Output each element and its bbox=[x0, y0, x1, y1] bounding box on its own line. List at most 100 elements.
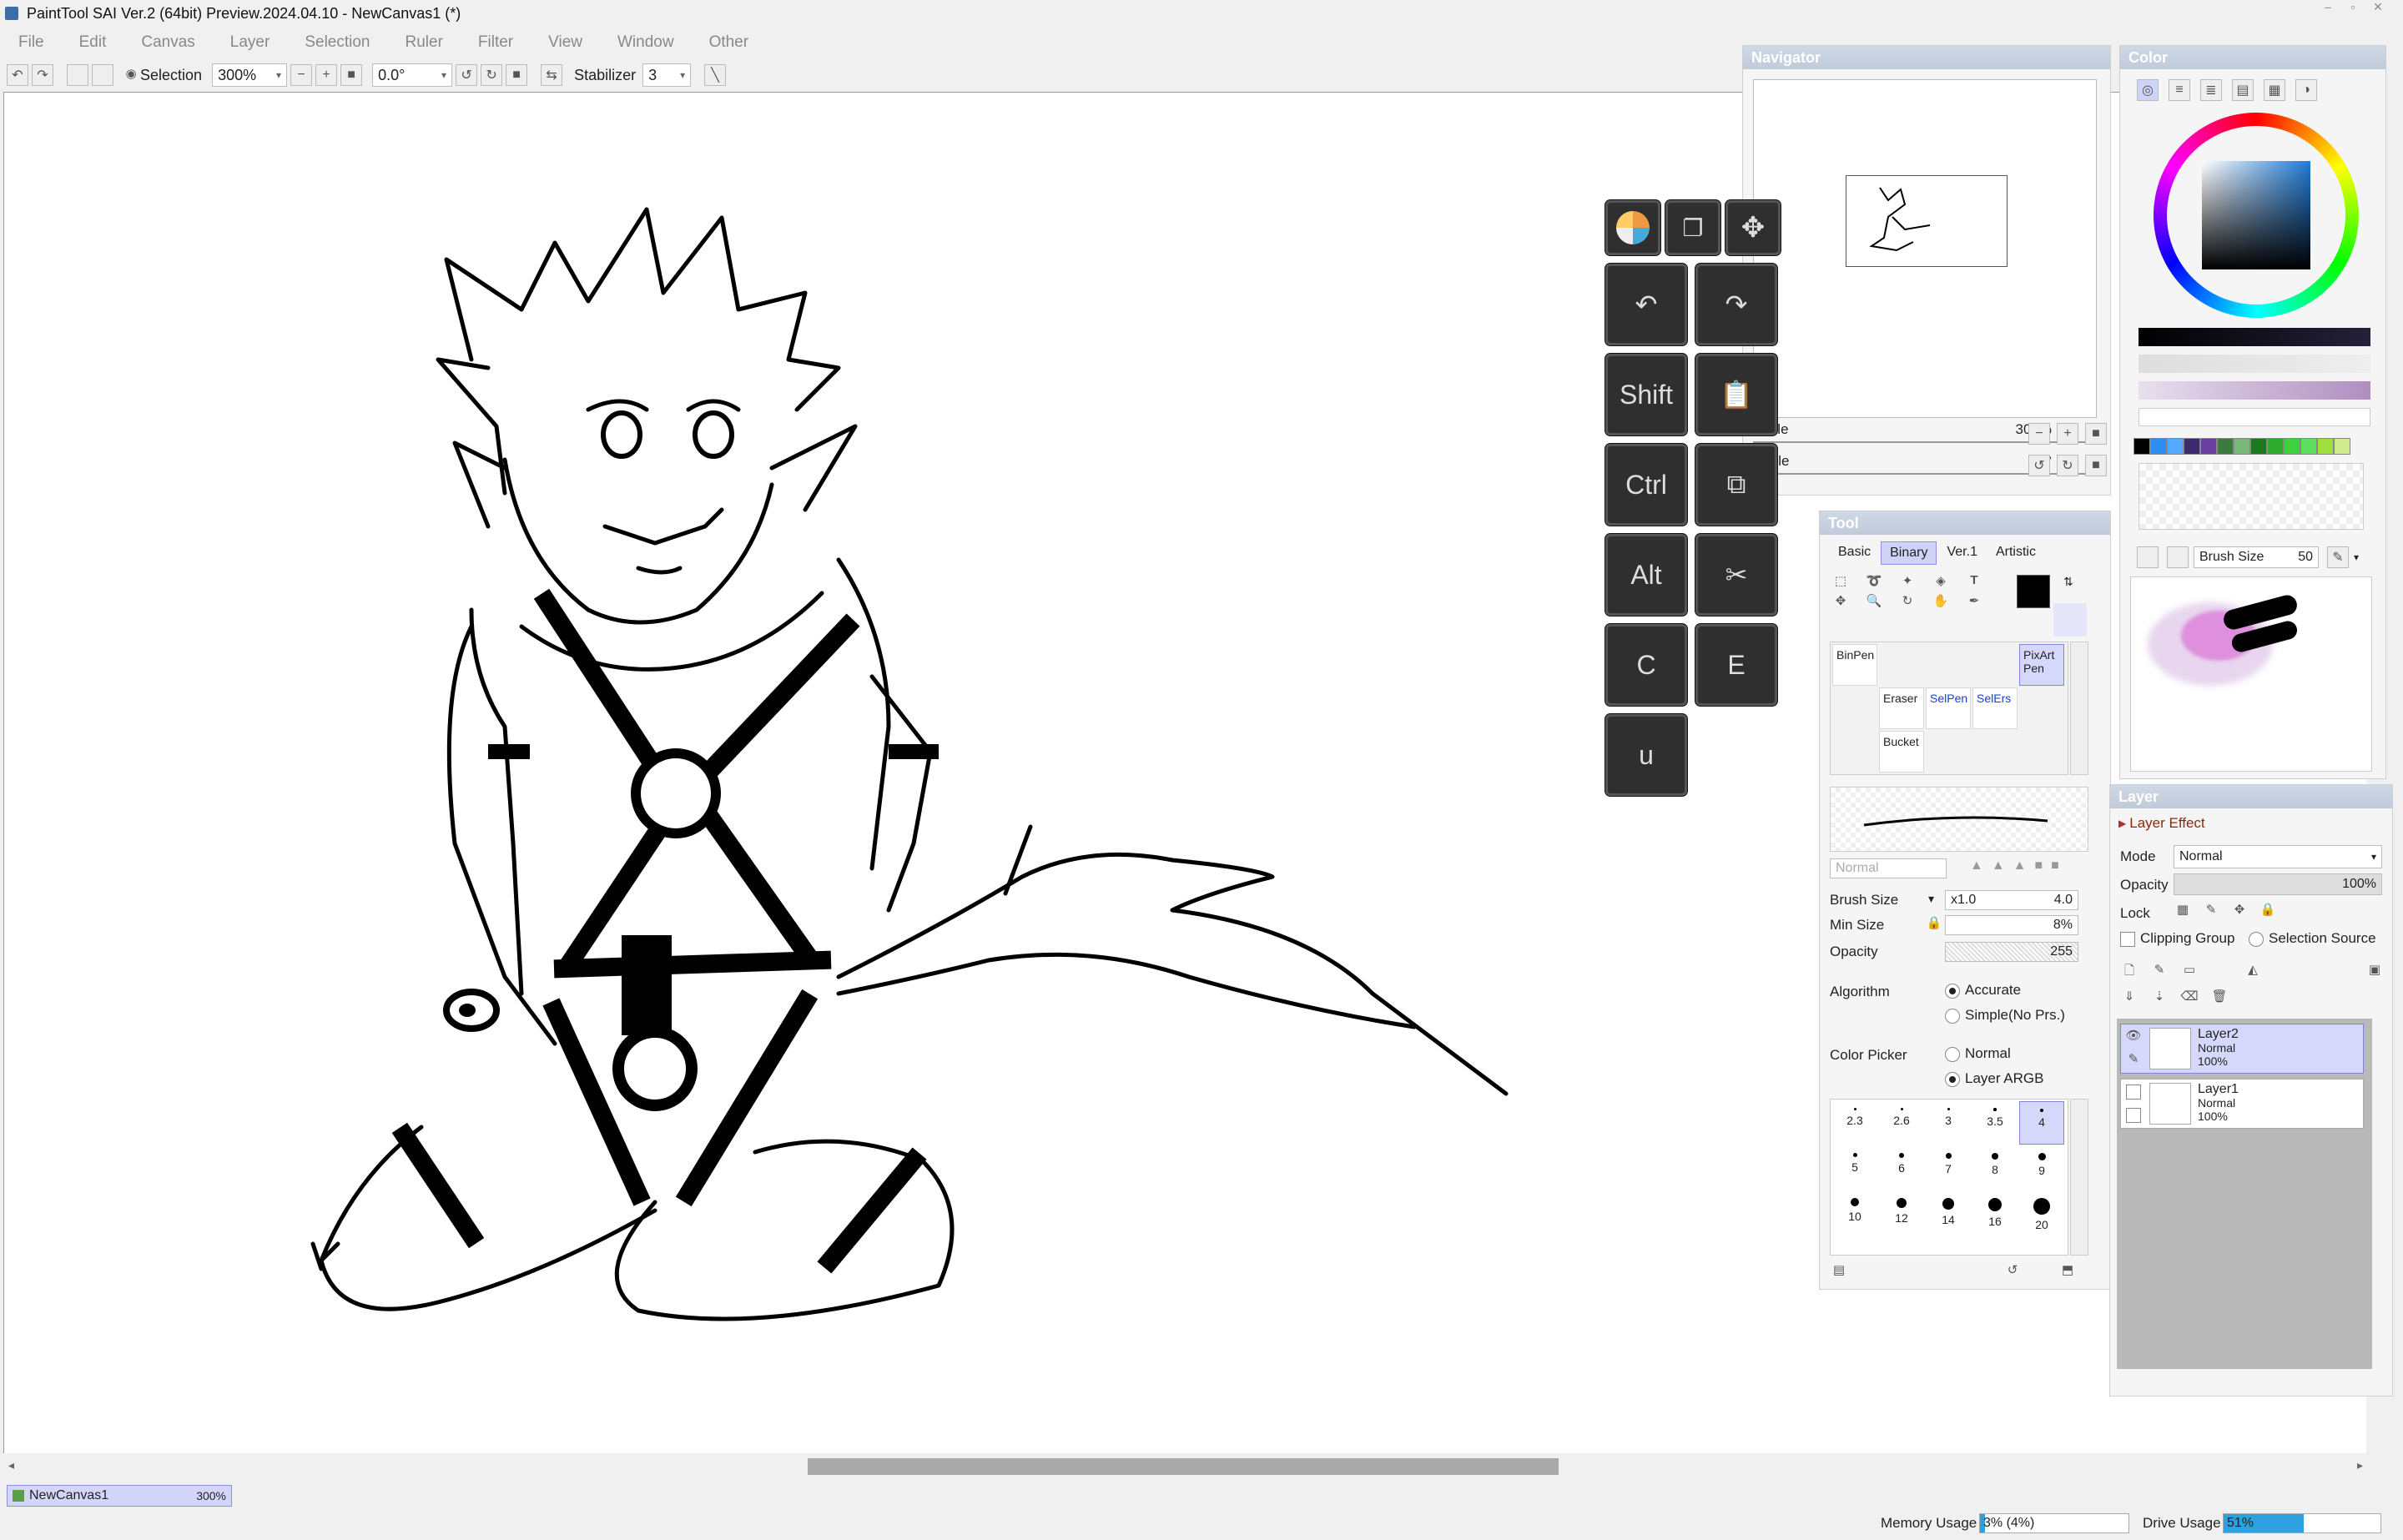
u-key-button[interactable]: u bbox=[1605, 714, 1687, 796]
algorithm-simple-radio[interactable]: Simple(No Prs.) bbox=[1945, 1007, 2065, 1024]
layer-menu-icon[interactable]: ▣ bbox=[2365, 962, 2384, 980]
zoom-reset-button[interactable]: ■ bbox=[340, 64, 363, 86]
redo-icon[interactable]: ↷ bbox=[1695, 264, 1777, 345]
clipboard-icon[interactable]: 📋 bbox=[1695, 354, 1777, 435]
opacity-field[interactable]: 255 bbox=[1945, 942, 2078, 962]
save-icon[interactable]: ⬒ bbox=[2058, 1262, 2077, 1281]
lock-icon[interactable]: 🔒 bbox=[1925, 915, 1943, 934]
background-color-swatch[interactable] bbox=[2053, 603, 2087, 637]
size-preset[interactable]: 5 bbox=[1832, 1146, 1877, 1190]
color-swatch[interactable] bbox=[2250, 438, 2267, 455]
chevron-down-icon[interactable]: ▾ bbox=[1928, 892, 1934, 906]
brush-preset-bucket[interactable]: Bucket bbox=[1879, 731, 1924, 773]
layer-mode-select[interactable]: Normal ▾ bbox=[2174, 845, 2382, 868]
rotate-tool-icon[interactable]: ↻ bbox=[1898, 593, 1917, 611]
eyedropper-icon[interactable]: ✒ bbox=[1965, 593, 1983, 611]
chevron-down-icon[interactable]: ▾ bbox=[2354, 551, 2359, 563]
brush-preset-binpen[interactable]: BinPen bbox=[1832, 644, 1877, 686]
size-preset[interactable]: 4 bbox=[2019, 1101, 2064, 1145]
merge-down-icon[interactable]: ⇓ bbox=[2120, 989, 2139, 1007]
color-mixer-area[interactable] bbox=[2130, 576, 2372, 772]
e-key-button[interactable]: E bbox=[1695, 624, 1777, 706]
size-preset[interactable]: 9 bbox=[2019, 1146, 2064, 1190]
restore-icon[interactable]: ▫ bbox=[2345, 0, 2361, 17]
layer-opacity-slider[interactable]: 100% bbox=[2174, 873, 2382, 895]
rect-select-icon[interactable]: ⬚ bbox=[1831, 573, 1850, 591]
color-swatch[interactable] bbox=[2267, 438, 2284, 455]
horizontal-scrollbar[interactable]: ◂ ▸ bbox=[3, 1457, 2370, 1477]
clear-layer-icon[interactable]: ⌫ bbox=[2180, 989, 2199, 1007]
size-preset[interactable]: 3.5 bbox=[1972, 1101, 2018, 1145]
lock-transparency-icon[interactable]: ▦ bbox=[2174, 902, 2192, 920]
size-preset[interactable]: 3 bbox=[1926, 1101, 1971, 1145]
colorpicker-argb-radio[interactable]: Layer ARGB bbox=[1945, 1070, 2044, 1087]
horizontal-scroll-thumb[interactable] bbox=[808, 1458, 1559, 1475]
redo-small-icon[interactable]: ↷ bbox=[32, 64, 53, 86]
brush-preset-pixart-pen[interactable]: PixArt Pen bbox=[2019, 644, 2064, 686]
saturation-value-square[interactable] bbox=[2202, 161, 2310, 269]
delete-layer-icon[interactable]: 🗑 bbox=[2210, 989, 2229, 1007]
menu-filter[interactable]: Filter bbox=[478, 33, 513, 52]
dropper-icon[interactable]: ✎ bbox=[2327, 546, 2349, 568]
flip-horizontal-icon[interactable]: ⇆ bbox=[541, 64, 563, 86]
layer-row-layer2[interactable]: 👁 ✎ Layer2 Normal 100% bbox=[2120, 1024, 2364, 1074]
color-swatch[interactable] bbox=[2133, 438, 2150, 455]
move-icon[interactable]: ✥ bbox=[1725, 200, 1781, 255]
shape-icon[interactable]: ◈ bbox=[1932, 573, 1950, 591]
line-tool-icon[interactable]: ╲ bbox=[704, 64, 727, 86]
tab-ver1[interactable]: Ver.1 bbox=[1938, 541, 1985, 565]
size-preset[interactable]: 10 bbox=[1832, 1191, 1877, 1235]
color-wheel-icon[interactable] bbox=[1605, 200, 1660, 255]
angle-select[interactable]: 0.0° ▾ bbox=[372, 63, 453, 87]
rotate-cw-button[interactable]: ↻ bbox=[481, 64, 503, 86]
color-wheel-mode-icon[interactable]: ◎ bbox=[2137, 79, 2159, 101]
visibility-toggle[interactable] bbox=[2126, 1085, 2141, 1100]
minimize-icon[interactable]: – bbox=[2320, 0, 2336, 17]
color-swatch[interactable] bbox=[2217, 438, 2234, 455]
rotate-cw-small-button[interactable]: ↻ bbox=[2057, 455, 2078, 476]
menu-ruler[interactable]: Ruler bbox=[406, 33, 443, 52]
color-swatch[interactable] bbox=[2184, 438, 2200, 455]
zoom-tool-icon[interactable]: 🔍 bbox=[1865, 593, 1883, 611]
color-brush-size-field[interactable]: Brush Size 50 bbox=[2194, 546, 2319, 568]
blend-mode-select[interactable]: Normal bbox=[1830, 858, 1947, 878]
rotate-ccw-button[interactable]: ↺ bbox=[456, 64, 478, 86]
tab-artistic[interactable]: Artistic bbox=[1987, 541, 2044, 565]
tab-binary[interactable]: Binary bbox=[1881, 541, 1937, 565]
size-preset[interactable]: 7 bbox=[1926, 1146, 1971, 1190]
layer-effect-row[interactable]: ▶ Layer Effect bbox=[2118, 815, 2205, 832]
size-preset[interactable]: 6 bbox=[1879, 1146, 1924, 1190]
undo-small-icon[interactable]: ↶ bbox=[7, 64, 28, 86]
hand-tool-icon[interactable]: ✋ bbox=[1932, 593, 1950, 611]
lock-all-icon[interactable]: 🔒 bbox=[2259, 902, 2277, 920]
scale-minus-button[interactable]: − bbox=[2028, 423, 2050, 445]
menu-selection[interactable]: Selection bbox=[305, 33, 370, 52]
zoom-in-button[interactable]: + bbox=[315, 64, 338, 86]
color-slider-2[interactable] bbox=[2139, 355, 2370, 373]
menu-view[interactable]: View bbox=[548, 33, 582, 52]
undo-icon[interactable]: ↶ bbox=[1605, 264, 1687, 345]
size-preset[interactable]: 8 bbox=[1972, 1146, 2018, 1190]
scale-plus-button[interactable]: + bbox=[2057, 423, 2078, 445]
deselect-icon[interactable] bbox=[67, 64, 88, 86]
alt-key-button[interactable]: Alt bbox=[1605, 534, 1687, 616]
menu-canvas[interactable]: Canvas bbox=[141, 33, 194, 52]
mixer-mode-icon[interactable]: ◑ bbox=[2295, 79, 2317, 101]
brush-preset-eraser[interactable]: Eraser bbox=[1879, 687, 1924, 729]
color-swatch[interactable] bbox=[2150, 438, 2167, 455]
tab-basic[interactable]: Basic bbox=[1830, 541, 1879, 565]
rotate-reset-button[interactable]: ■ bbox=[506, 64, 528, 86]
stabilizer-select[interactable]: 3 ▾ bbox=[642, 63, 692, 87]
min-size-field[interactable]: 8% bbox=[1945, 915, 2078, 935]
ctrl-key-button[interactable]: Ctrl bbox=[1605, 444, 1687, 526]
size-preset[interactable]: 20 bbox=[2019, 1191, 2064, 1235]
canvas-tab[interactable]: NewCanvas1 300% bbox=[7, 1485, 232, 1507]
navigator-preview[interactable] bbox=[1753, 79, 2097, 418]
size-preset[interactable]: 2.6 bbox=[1879, 1101, 1924, 1145]
palette-mode-icon[interactable]: ▦ bbox=[2264, 79, 2285, 101]
preset-menu-icon[interactable]: ▤ bbox=[1830, 1262, 1848, 1281]
size-preset[interactable]: 14 bbox=[1926, 1191, 1971, 1235]
color-swatch[interactable] bbox=[2300, 438, 2317, 455]
gradient-mode-icon[interactable]: ▤ bbox=[2232, 79, 2254, 101]
transfer-down-icon[interactable]: ⇣ bbox=[2150, 989, 2169, 1007]
